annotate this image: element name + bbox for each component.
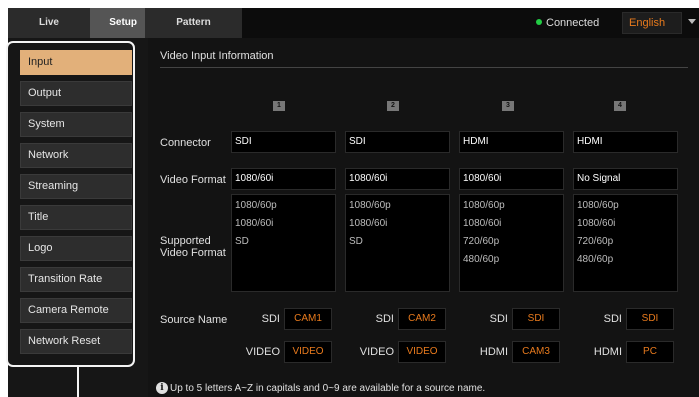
supported-format-list: 1080/60p 1080/60i SD — [231, 194, 336, 292]
source-name-input[interactable]: VIDEO — [398, 341, 446, 363]
supported-format-list: 1080/60p 1080/60i SD — [345, 194, 450, 292]
column-badge-4: 4 — [614, 101, 626, 111]
supported-format-item: SD — [235, 236, 249, 247]
source-name-input[interactable]: CAM1 — [284, 308, 332, 330]
source-input-label: VIDEO — [245, 346, 280, 358]
video-format-value: 1080/60i — [345, 168, 450, 190]
source-name-input[interactable]: CAM2 — [398, 308, 446, 330]
source-name-input[interactable]: PC — [626, 341, 674, 363]
main-panel: Video Input Information 1 2 3 4 Connecto… — [148, 38, 699, 397]
supported-format-item: 1080/60p — [463, 200, 505, 211]
source-input-label: SDI — [603, 313, 622, 325]
tab-live[interactable]: Live — [8, 8, 90, 38]
supported-format-item: 1080/60p — [235, 200, 277, 211]
connector-value: SDI — [231, 131, 336, 153]
supported-format-item: 1080/60i — [349, 218, 388, 229]
supported-format-item: 1080/60i — [235, 218, 274, 229]
info-icon: i — [156, 382, 168, 394]
sidebar-item-network-reset[interactable]: Network Reset — [20, 329, 132, 354]
source-name-note: Up to 5 letters A~Z in capitals and 0~9 … — [170, 383, 486, 394]
tab-pattern[interactable]: Pattern — [145, 8, 242, 38]
supported-format-item: 720/60p — [463, 236, 500, 247]
top-bar: Live Setup Pattern Connected English — [8, 8, 699, 38]
supported-format-label-line1: Supported — [160, 235, 211, 247]
sidebar-item-input[interactable]: Input — [20, 50, 132, 75]
sidebar-item-transition-rate[interactable]: Transition Rate — [20, 267, 132, 292]
video-format-value: No Signal — [573, 168, 678, 190]
supported-format-item: 1080/60p — [577, 200, 619, 211]
supported-format-item: 1080/60i — [463, 218, 502, 229]
sidebar-item-network[interactable]: Network — [20, 143, 132, 168]
source-input-label: SDI — [375, 313, 394, 325]
app-window: Live Setup Pattern Connected English Inp… — [8, 8, 699, 397]
connector-value: HDMI — [459, 131, 564, 153]
connection-status-text: Connected — [546, 17, 600, 29]
connector-value: SDI — [345, 131, 450, 153]
section-divider — [160, 67, 688, 68]
source-input-label: SDI — [489, 313, 508, 325]
column-badge-2: 2 — [387, 101, 399, 111]
sidebar-item-logo[interactable]: Logo — [20, 236, 132, 261]
sidebar: Input Output System Network Streaming Ti… — [8, 38, 148, 397]
tab-setup[interactable]: Setup — [90, 8, 145, 38]
supported-format-list: 1080/60p 1080/60i 720/60p 480/60p — [573, 194, 678, 292]
source-name-input[interactable]: VIDEO — [284, 341, 332, 363]
supported-format-item: 720/60p — [577, 236, 614, 247]
supported-format-list: 1080/60p 1080/60i 720/60p 480/60p — [459, 194, 564, 292]
video-format-value: 1080/60i — [231, 168, 336, 190]
supported-format-label-line2: Video Format — [160, 247, 226, 259]
supported-format-item: 1080/60p — [349, 200, 391, 211]
sidebar-item-system[interactable]: System — [20, 112, 132, 137]
source-input-label: HDMI — [479, 346, 508, 358]
section-title: Video Input Information — [160, 50, 274, 62]
column-badge-1: 1 — [273, 101, 285, 111]
supported-format-label: Supported Video Format — [160, 235, 226, 259]
connector-value: HDMI — [573, 131, 678, 153]
source-name-input[interactable]: SDI — [512, 308, 560, 330]
supported-format-item: 480/60p — [577, 254, 614, 265]
supported-format-item: SD — [349, 236, 363, 247]
source-name-label: Source Name — [160, 314, 228, 326]
sidebar-item-title[interactable]: Title — [20, 205, 132, 230]
sidebar-item-output[interactable]: Output — [20, 81, 132, 106]
connector-label: Connector — [160, 137, 211, 149]
supported-format-item: 480/60p — [463, 254, 500, 265]
video-format-value: 1080/60i — [459, 168, 564, 190]
callout-line — [77, 366, 79, 397]
source-input-label: SDI — [261, 313, 280, 325]
language-select[interactable]: English — [622, 12, 682, 34]
supported-format-item: 1080/60i — [577, 218, 616, 229]
connection-status: Connected — [536, 17, 599, 29]
source-name-input[interactable]: SDI — [626, 308, 674, 330]
source-input-label: VIDEO — [359, 346, 394, 358]
source-input-label: HDMI — [593, 346, 622, 358]
source-name-input[interactable]: CAM3 — [512, 341, 560, 363]
video-format-label: Video Format — [160, 174, 226, 186]
sidebar-item-streaming[interactable]: Streaming — [20, 174, 132, 199]
chevron-down-icon[interactable] — [688, 19, 696, 24]
sidebar-item-camera-remote[interactable]: Camera Remote — [20, 298, 132, 323]
status-dot-icon — [536, 19, 542, 25]
column-badge-3: 3 — [502, 101, 514, 111]
